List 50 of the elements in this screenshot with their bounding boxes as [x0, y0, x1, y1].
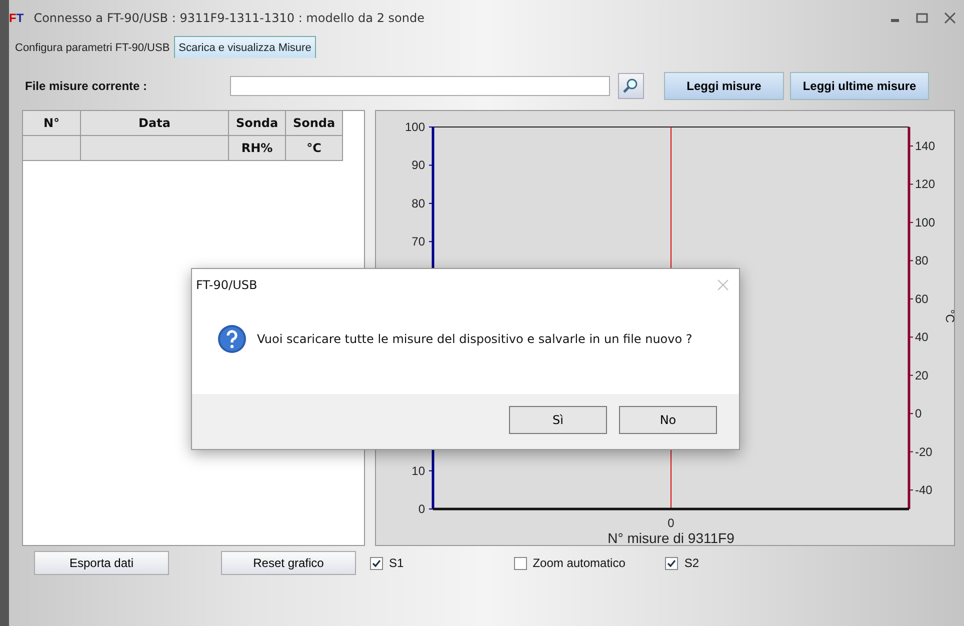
tab[interactable]: Configura parametri FT-90/USB — [11, 38, 174, 58]
axis-title: N° misure di 9311F9 — [608, 530, 734, 546]
dialog-button[interactable]: No — [619, 406, 717, 434]
dialog-button[interactable]: Sì — [509, 406, 607, 434]
axis-tick-label: 140 — [915, 139, 936, 153]
axis-tick-label: 80 — [412, 196, 425, 210]
column-header: Sonda — [285, 110, 343, 136]
dialog-message: Vuoi scaricare tutte le misure del dispositivo e salvarle in un file nuovo ? — [257, 332, 692, 346]
axis-tick-label: 20 — [915, 368, 928, 382]
checkbox[interactable] — [665, 556, 678, 570]
window-title: Connesso a FT-90/USB : 9311F9-1311-1310 : modello da 2 sonde — [34, 11, 424, 25]
axis-tick-label: 0 — [668, 516, 674, 530]
action-button[interactable]: Esporta dati — [34, 551, 169, 575]
axis-tick-label: 40 — [915, 330, 928, 344]
axis-title: °C — [943, 309, 956, 323]
axis-tick-label: 90 — [412, 158, 425, 172]
axis-tick-label: 70 — [412, 234, 425, 249]
axis-tick-label: 0 — [418, 502, 425, 516]
axis-tick-label: 120 — [915, 177, 936, 192]
file-label: File misure corrente : — [25, 79, 148, 93]
axis-tick-label: 80 — [915, 254, 928, 268]
axis-tick-label: -40 — [915, 483, 932, 497]
axis-tick-label: 100 — [404, 120, 425, 134]
read-button[interactable]: Leggi misure — [664, 72, 784, 100]
question-icon — [217, 324, 247, 354]
axis-tick-label: 0 — [915, 406, 922, 421]
file-field[interactable] — [230, 76, 610, 96]
tab[interactable]: Scarica e visualizza Misure — [174, 36, 316, 58]
axis-tick-label: 60 — [915, 292, 928, 306]
column-header: N° — [22, 110, 81, 136]
browse-button[interactable] — [618, 73, 644, 99]
close-icon[interactable] — [944, 12, 956, 24]
column-header: Sonda — [228, 110, 286, 136]
search-icon — [623, 78, 639, 94]
axis-tick-label: 100 — [915, 215, 936, 230]
action-button[interactable]: Reset grafico — [221, 551, 356, 575]
checkbox-label: S1 — [389, 556, 404, 570]
read-button[interactable]: Leggi ultime misure — [790, 72, 929, 100]
app-logo: FT — [9, 11, 24, 25]
axis-tick-label: -20 — [915, 444, 932, 459]
column-unit: RH% — [228, 135, 286, 161]
column-unit: °C — [285, 135, 343, 161]
checkbox[interactable] — [514, 556, 527, 570]
maximize-icon[interactable] — [916, 13, 928, 23]
column-header: Data — [80, 110, 229, 136]
checkbox-label: Zoom automatico — [532, 556, 626, 570]
dialog-title: FT-90/USB — [196, 278, 258, 292]
checkbox-label: S2 — [684, 556, 700, 570]
axis-tick-label: 10 — [412, 464, 425, 478]
checkbox[interactable] — [370, 556, 383, 570]
